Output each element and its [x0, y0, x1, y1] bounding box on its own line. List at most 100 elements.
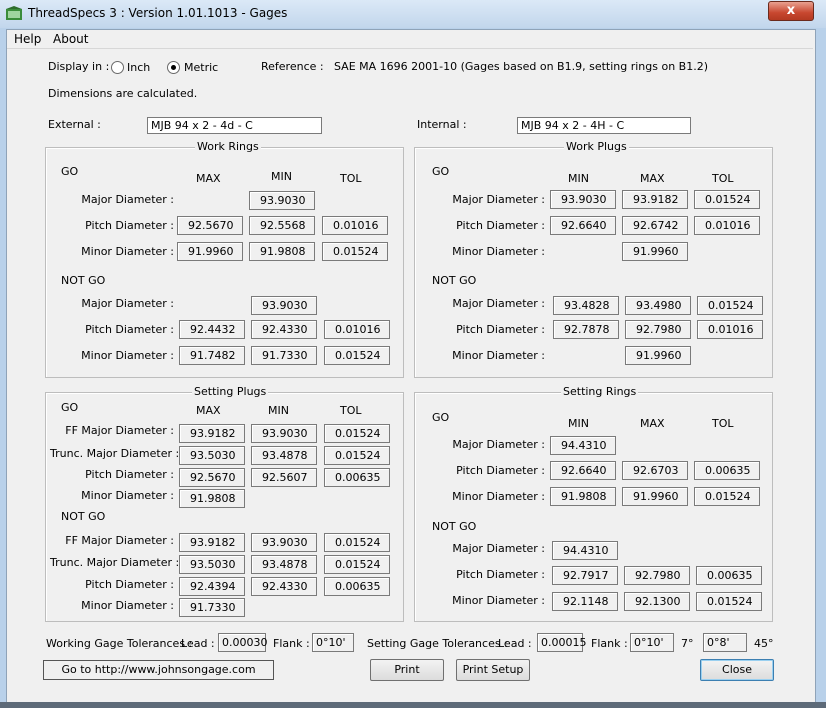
wr-go-minor-max: 91.9960 — [177, 242, 243, 261]
sr-go-minor-tol: 0.01524 — [694, 487, 760, 506]
sp-notgo-truncmajor-tol: 0.01524 — [324, 555, 390, 574]
wp-go-pitch-max: 92.6742 — [622, 216, 688, 235]
wp-go-minor-label: Minor Diameter : — [452, 245, 545, 258]
sp-go-truncmajor-tol: 0.01524 — [324, 446, 390, 465]
sr-notgo-minor-min: 92.1148 — [552, 592, 618, 611]
window-close-button[interactable]: x — [768, 1, 814, 21]
sp-go-ffmajor-label: FF Major Diameter : — [65, 424, 174, 437]
wr-go-pitch-min: 92.5568 — [249, 216, 315, 235]
inch-label: Inch — [127, 61, 151, 74]
sr-go-minor-label: Minor Diameter : — [452, 490, 545, 503]
print-button[interactable]: Print — [370, 659, 444, 681]
inch-radio[interactable] — [111, 61, 124, 74]
sr-go-pitch-label: Pitch Diameter : — [456, 464, 545, 477]
menu-help[interactable]: Help — [14, 32, 41, 46]
sr-go-pitch-tol: 0.00635 — [694, 461, 760, 480]
wp-notgo-major-min: 93.4828 — [553, 296, 619, 315]
wr-notgo-major-label: Major Diameter : — [81, 297, 174, 310]
setting-lead-label: Lead : — [498, 637, 532, 650]
wp-notgo-pitch-tol: 0.01016 — [697, 320, 763, 339]
working-lead-label: Lead : — [181, 637, 215, 650]
sp-notgo-ffmajor-label: FF Major Diameter : — [65, 534, 174, 547]
wr-go-minor-min: 91.9808 — [249, 242, 315, 261]
sp-go-truncmajor-max: 93.5030 — [179, 446, 245, 465]
wr-go-pitch-tol: 0.01016 — [322, 216, 388, 235]
sr-go-pitch-max: 92.6703 — [622, 461, 688, 480]
wr-notgo-pitch-max: 92.4432 — [179, 320, 245, 339]
sp-go-pitch-max: 92.5670 — [179, 468, 245, 487]
wp-go-minor-max: 91.9960 — [622, 242, 688, 261]
wr-go-minor-tol: 0.01524 — [322, 242, 388, 261]
sr-notgo-minor-max: 92.1300 — [624, 592, 690, 611]
sr-col-min: MIN — [568, 417, 589, 430]
work-plugs-title: Work Plugs — [564, 140, 629, 153]
sr-notgo-major-min: 94.4310 — [552, 541, 618, 560]
sr-go-heading: GO — [432, 411, 450, 424]
sp-col-tol: TOL — [340, 404, 362, 417]
menu-about[interactable]: About — [53, 32, 88, 46]
setting-angle1-label: 7° — [681, 637, 694, 650]
sp-notgo-pitch-min: 92.4330 — [251, 577, 317, 596]
internal-thread-input[interactable]: MJB 94 x 2 - 4H - C — [517, 117, 691, 134]
setting-flank1-value: 0°10' — [630, 633, 674, 652]
wp-notgo-pitch-max: 92.7980 — [625, 320, 691, 339]
sp-notgo-minor-max: 91.7330 — [179, 598, 245, 617]
wr-col-max: MAX — [196, 172, 221, 185]
sr-col-max: MAX — [640, 417, 665, 430]
setting-flank2-value: 0°8' — [703, 633, 747, 652]
wr-col-tol: TOL — [340, 172, 362, 185]
sr-go-minor-min: 91.9808 — [550, 487, 616, 506]
website-link-button[interactable]: Go to http://www.johnsongage.com — [43, 660, 274, 680]
sp-col-min: MIN — [268, 404, 289, 417]
setting-lead-value: 0.00015 — [537, 633, 587, 652]
sp-notgo-truncmajor-min: 93.4878 — [251, 555, 317, 574]
sp-go-ffmajor-tol: 0.01524 — [324, 424, 390, 443]
sp-notgo-ffmajor-tol: 0.01524 — [324, 533, 390, 552]
sp-go-heading: GO — [61, 401, 79, 414]
wr-notgo-minor-tol: 0.01524 — [324, 346, 390, 365]
sp-go-minor-max: 91.9808 — [179, 489, 245, 508]
sr-go-major-min: 94.4310 — [550, 436, 616, 455]
wr-go-pitch-max: 92.5670 — [177, 216, 243, 235]
wp-col-tol: TOL — [712, 172, 734, 185]
wp-notgo-minor-max: 91.9960 — [625, 346, 691, 365]
sp-col-max: MAX — [196, 404, 221, 417]
sr-go-major-label: Major Diameter : — [452, 438, 545, 451]
setting-flank-label: Flank : — [591, 637, 628, 650]
close-button[interactable]: Close — [700, 659, 774, 681]
wp-go-pitch-label: Pitch Diameter : — [456, 219, 545, 232]
sp-go-pitch-min: 92.5607 — [251, 468, 317, 487]
wr-notgo-pitch-label: Pitch Diameter : — [85, 323, 174, 336]
wr-notgo-minor-min: 91.7330 — [251, 346, 317, 365]
sp-go-pitch-label: Pitch Diameter : — [85, 468, 174, 481]
external-thread-input[interactable]: MJB 94 x 2 - 4d - C — [147, 117, 322, 134]
sp-go-pitch-tol: 0.00635 — [324, 468, 390, 487]
wp-notgo-minor-label: Minor Diameter : — [452, 349, 545, 362]
reference-value: SAE MA 1696 2001-10 (Gages based on B1.9… — [334, 60, 709, 73]
wp-notgo-major-tol: 0.01524 — [697, 296, 763, 315]
wp-go-major-label: Major Diameter : — [452, 193, 545, 206]
sp-notgo-heading: NOT GO — [61, 510, 106, 523]
working-flank-value: 0°10' — [312, 633, 354, 652]
sp-go-minor-label: Minor Diameter : — [81, 489, 174, 502]
sr-notgo-major-label: Major Diameter : — [452, 542, 545, 555]
wp-notgo-major-max: 93.4980 — [625, 296, 691, 315]
sp-notgo-ffmajor-min: 93.9030 — [251, 533, 317, 552]
sr-notgo-minor-label: Minor Diameter : — [452, 594, 545, 607]
wr-go-minor-label: Minor Diameter : — [81, 245, 174, 258]
wr-go-major-label: Major Diameter : — [81, 193, 174, 206]
print-setup-button[interactable]: Print Setup — [456, 659, 530, 681]
sr-notgo-pitch-max: 92.7980 — [624, 566, 690, 585]
sp-go-truncmajor-label: Trunc. Major Diameter : — [50, 447, 180, 460]
window-title: ThreadSpecs 3 : Version 1.01.1013 - Gage… — [28, 6, 288, 20]
wp-notgo-pitch-label: Pitch Diameter : — [456, 323, 545, 336]
sp-go-ffmajor-min: 93.9030 — [251, 424, 317, 443]
display-label: Display in : — [48, 60, 110, 73]
wr-col-min: MIN — [271, 170, 292, 183]
sp-go-ffmajor-max: 93.9182 — [179, 424, 245, 443]
working-tol-label: Working Gage Tolerances : — [46, 637, 193, 650]
wp-go-heading: GO — [432, 165, 450, 178]
wr-notgo-major-min: 93.9030 — [251, 296, 317, 315]
sp-notgo-ffmajor-max: 93.9182 — [179, 533, 245, 552]
metric-radio[interactable] — [167, 61, 180, 74]
